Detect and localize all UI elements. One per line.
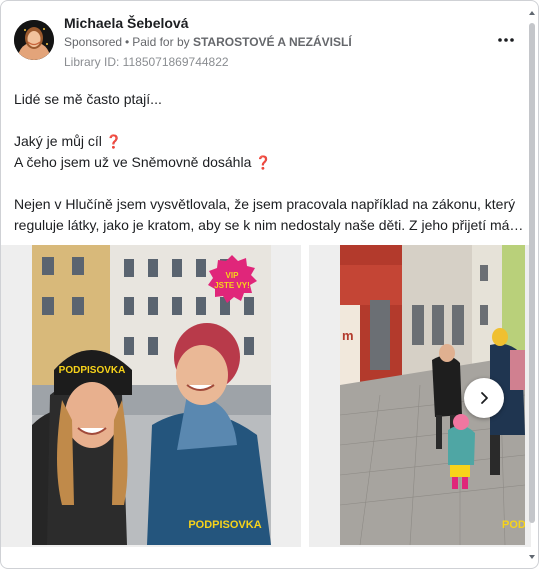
selfie-photo[interactable]: VIP JSTE VY! PODPISOVKA PODPISOVKA bbox=[32, 245, 271, 545]
podpisovka-watermark: PODPISOVKA bbox=[188, 519, 261, 531]
scrollbar[interactable] bbox=[528, 11, 536, 559]
storefront-letter: m bbox=[342, 328, 354, 343]
body-line-5[interactable]: reguluje látky, jako je kratom, aby se k… bbox=[14, 215, 526, 236]
ellipsis-icon bbox=[498, 38, 514, 42]
more-options-button[interactable] bbox=[494, 28, 518, 52]
podpisovka-watermark-partial: POD bbox=[502, 519, 525, 531]
question-mark-icon: ❓ bbox=[105, 134, 122, 149]
body-line-3: A čeho jsem už ve Sněmovně dosáhla ❓ bbox=[14, 154, 272, 170]
question-mark-icon: ❓ bbox=[255, 155, 272, 170]
chevron-right-icon bbox=[481, 392, 488, 404]
scroll-up-arrow-icon[interactable] bbox=[529, 11, 535, 15]
post-header: Michaela Šebelová Sponsored • Paid for by … bbox=[14, 12, 518, 72]
scroll-down-arrow-icon[interactable] bbox=[529, 555, 535, 559]
post-body: Lidé se mě často ptají... Jaký je můj cí… bbox=[14, 89, 526, 236]
scrollbar-thumb[interactable] bbox=[529, 23, 535, 523]
library-id: Library ID: 1185071869744822 bbox=[64, 55, 229, 69]
body-line-1: Lidé se mě často ptají... bbox=[14, 91, 162, 107]
sticker-line-1: VIP bbox=[226, 271, 240, 280]
sponsored-line: Sponsored • Paid for by STAROSTOVÉ A NEZÁV… bbox=[64, 35, 352, 49]
image-carousel[interactable]: VIP JSTE VY! PODPISOVKA PODPISOVKA m POD bbox=[1, 245, 531, 547]
sponsored-label[interactable]: Sponsored bbox=[64, 35, 122, 49]
paid-for-prefix: Paid for by bbox=[132, 35, 190, 49]
payer-name: STAROSTOVÉ A NEZÁVISLÍ bbox=[192, 35, 352, 49]
body-line-4: Nejen v Hlučíně jsem vysvětlovala, že js… bbox=[14, 196, 516, 212]
separator-dot: • bbox=[125, 35, 130, 49]
body-line-2: Jaký je můj cíl ❓ bbox=[14, 133, 122, 149]
ad-post-card: Michaela Šebelová Sponsored • Paid for by … bbox=[0, 0, 539, 569]
sticker-line-2: JSTE VY! bbox=[214, 281, 250, 290]
carousel-next-button[interactable] bbox=[464, 378, 504, 418]
avatar[interactable] bbox=[14, 20, 54, 60]
hat-text: PODPISOVKA bbox=[59, 365, 126, 376]
page-name[interactable]: Michaela Šebelová bbox=[64, 15, 189, 31]
